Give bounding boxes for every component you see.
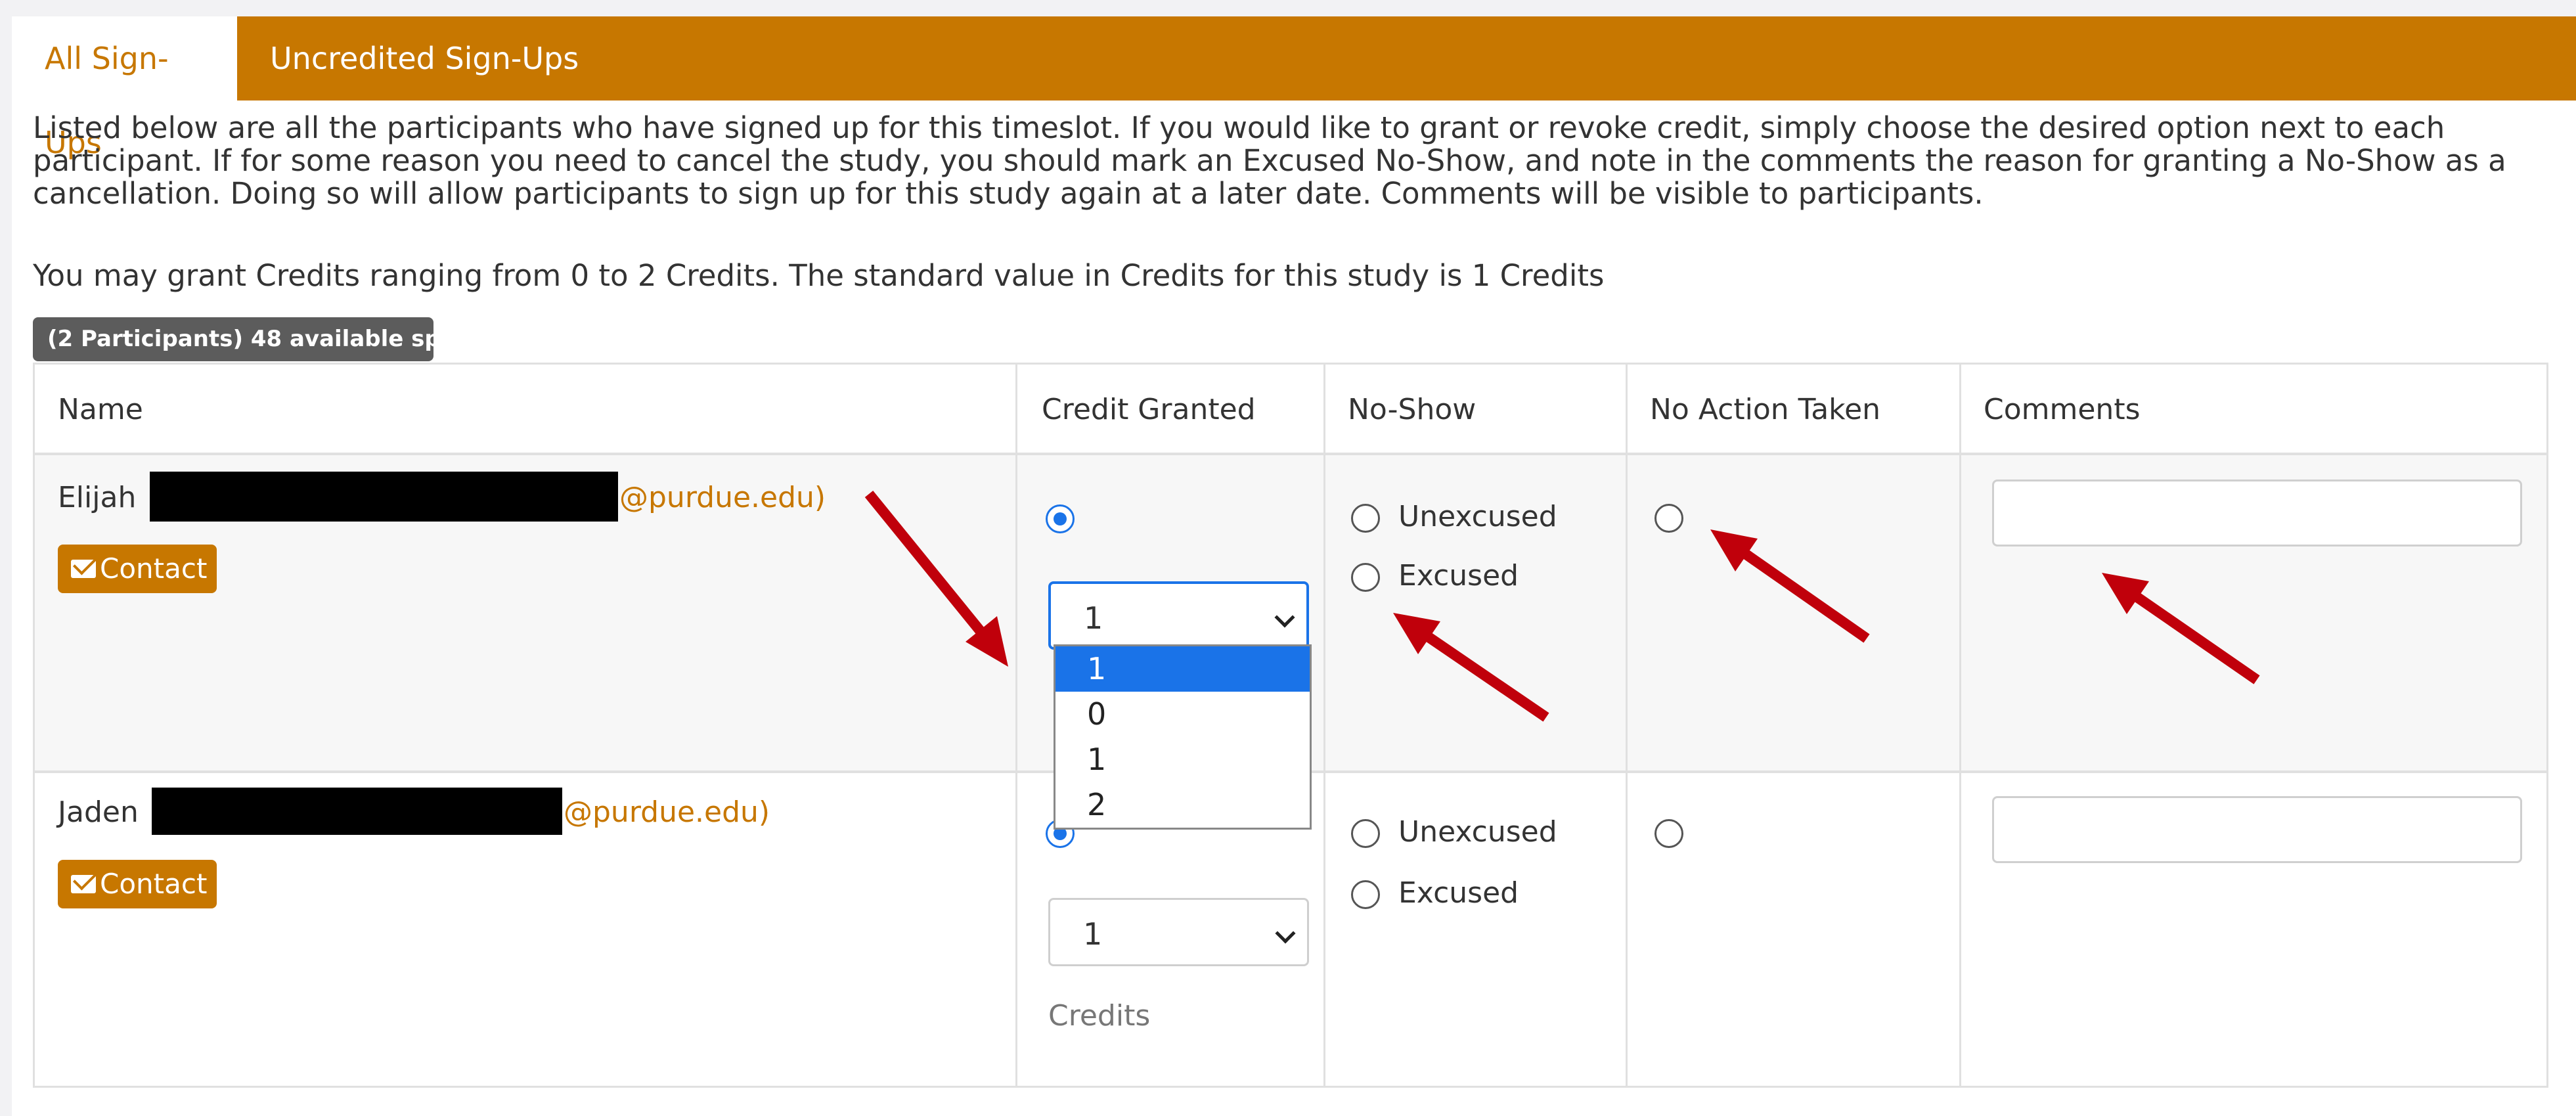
annotation-arrow (1710, 529, 1870, 643)
annotation-arrow (2102, 573, 2260, 684)
annotation-arrow (1393, 613, 1549, 722)
annotation-arrows (864, 490, 2260, 722)
annotation-arrow (864, 490, 1008, 667)
